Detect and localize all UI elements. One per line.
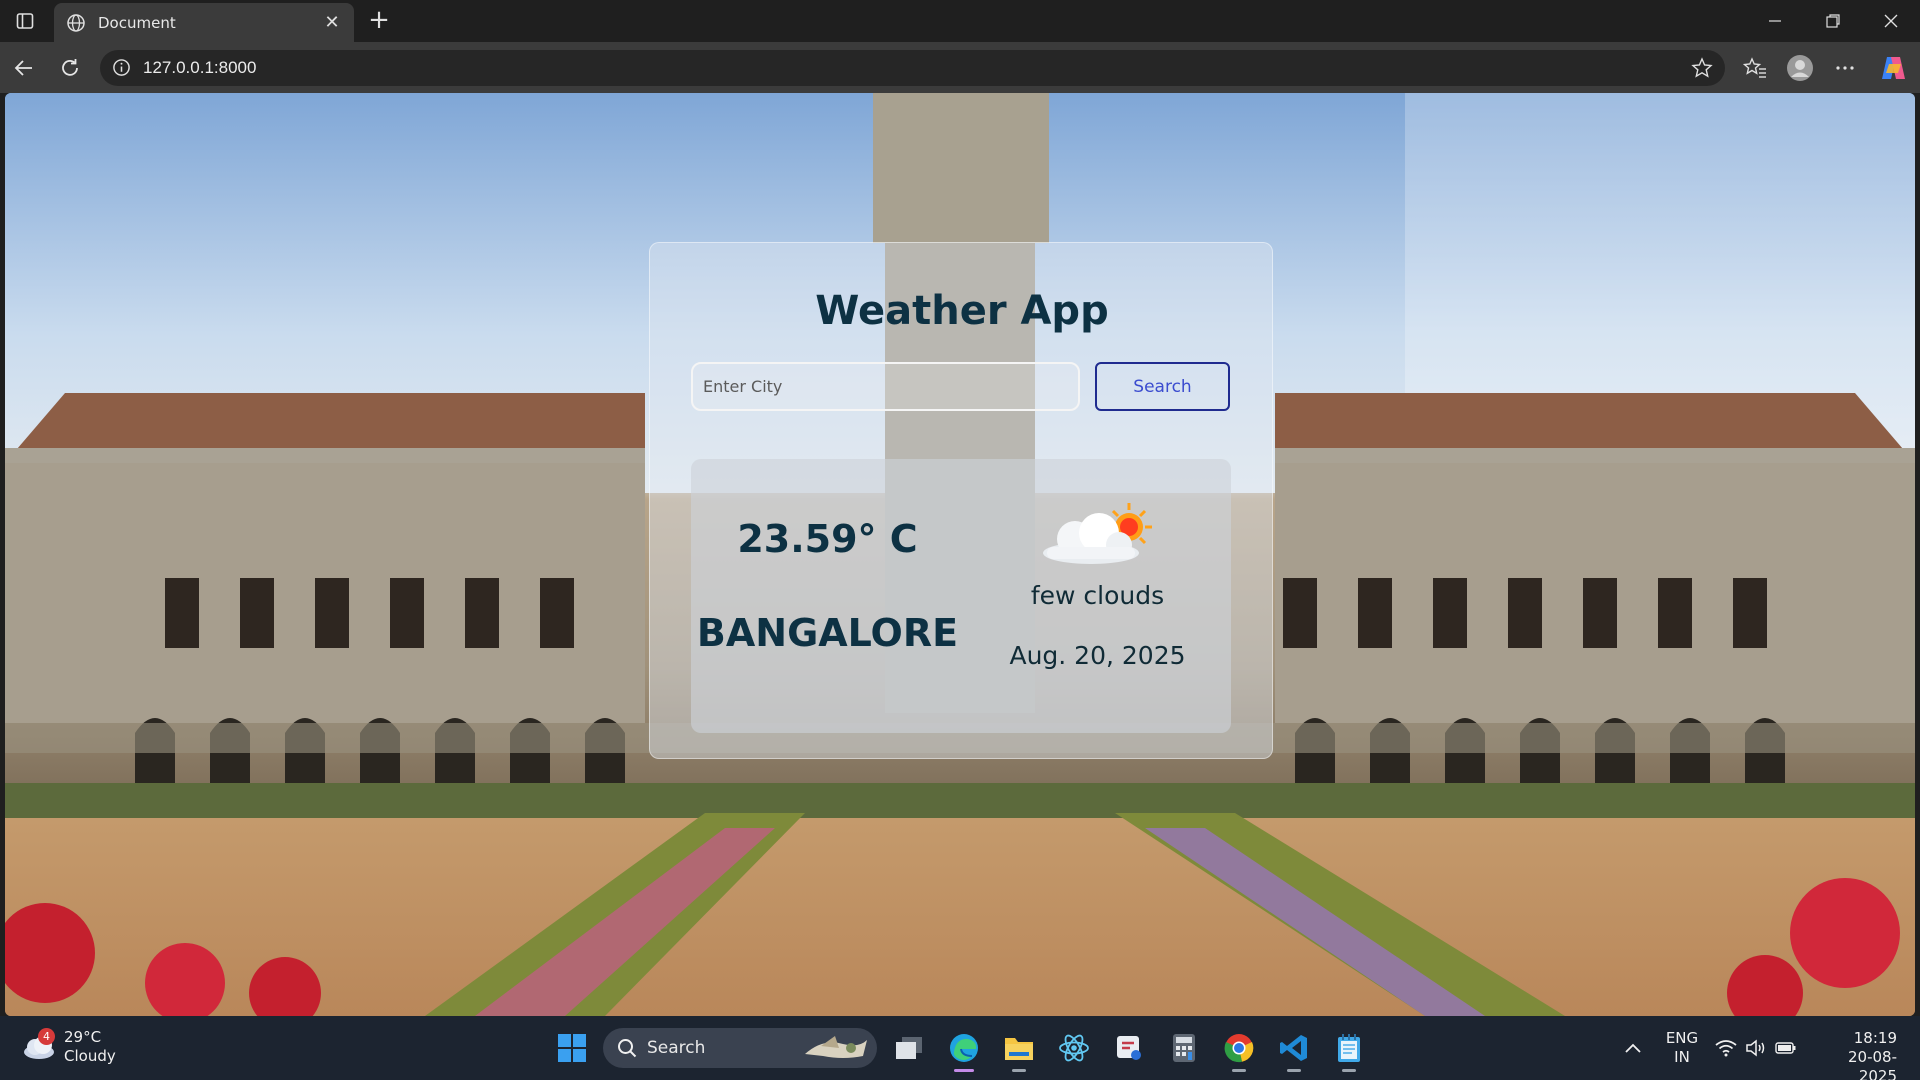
system-tray-status[interactable]	[1708, 1028, 1804, 1068]
arrow-left-icon	[14, 60, 32, 76]
chrome-taskbar-button[interactable]	[1219, 1028, 1259, 1072]
weather-badge: 4	[38, 1028, 55, 1045]
close-icon	[1884, 14, 1898, 28]
weather-description: few clouds	[1030, 581, 1165, 610]
city-name: BANGALORE	[696, 611, 959, 655]
snipping-tool-taskbar-button[interactable]	[1109, 1028, 1149, 1068]
language-code: ENG	[1665, 1029, 1699, 1047]
restore-button[interactable]	[1810, 0, 1856, 42]
favorites-button[interactable]	[1737, 50, 1773, 86]
notepad-icon	[1338, 1034, 1360, 1062]
tab-actions-icon	[16, 13, 34, 29]
taskbar-search-box[interactable]: Search	[603, 1028, 877, 1068]
page-viewport: Weather App Search 23.59° C BANGALORE fe…	[5, 93, 1915, 1016]
vscode-icon	[1280, 1035, 1307, 1061]
city-search-input[interactable]	[691, 362, 1080, 411]
vscode-indicator	[1287, 1069, 1301, 1072]
file-explorer-indicator	[1012, 1069, 1026, 1072]
copilot-button[interactable]	[1875, 50, 1911, 86]
task-view-button[interactable]	[889, 1028, 929, 1068]
favorite-star-icon[interactable]	[1691, 57, 1713, 79]
taskbar-search-label: Search	[647, 1038, 706, 1058]
chrome-indicator	[1232, 1069, 1246, 1072]
react-app-taskbar-button[interactable]	[1054, 1028, 1094, 1068]
site-info-icon[interactable]	[112, 58, 131, 77]
search-icon	[618, 1039, 637, 1058]
address-url[interactable]: 127.0.0.1:8000	[143, 58, 256, 78]
chevron-up-icon	[1625, 1043, 1641, 1053]
taskbar-weather-widget[interactable]: 4 29°C Cloudy	[22, 1028, 116, 1066]
temperature-value: 23.59° C	[737, 517, 918, 561]
edge-active-indicator	[954, 1069, 974, 1072]
browser-tab[interactable]: Document ✕	[54, 3, 354, 42]
copilot-icon	[1882, 57, 1905, 79]
notepad-taskbar-button[interactable]	[1329, 1028, 1369, 1072]
app-title: Weather App	[815, 288, 1109, 334]
snipping-tool-icon	[1117, 1036, 1141, 1060]
windows-logo-icon	[558, 1034, 586, 1062]
search-button[interactable]: Search	[1095, 362, 1230, 411]
browser-toolbar: 127.0.0.1:8000	[0, 42, 1920, 93]
vscode-taskbar-button[interactable]	[1274, 1028, 1314, 1072]
profile-button[interactable]	[1782, 50, 1818, 86]
minimize-icon	[1769, 20, 1781, 22]
back-button[interactable]	[6, 50, 42, 86]
settings-more-button[interactable]	[1827, 50, 1863, 86]
taskbar-clock[interactable]: 18:19 20-08-2025	[1815, 1029, 1897, 1080]
task-view-icon	[896, 1037, 922, 1059]
calculator-icon	[1173, 1034, 1195, 1062]
show-hidden-icons-button[interactable]	[1613, 1028, 1653, 1068]
notepad-indicator	[1342, 1069, 1356, 1072]
clock-date: 20-08-2025	[1848, 1048, 1897, 1080]
language-region: IN	[1674, 1048, 1690, 1066]
weather-result-panel: 23.59° C BANGALORE few clouds Aug. 20, 2…	[691, 459, 1231, 733]
search-highlight-icon	[805, 1036, 867, 1058]
language-indicator[interactable]: ENG IN	[1662, 1029, 1702, 1067]
globe-icon	[67, 13, 85, 32]
taskbar-condition: Cloudy	[64, 1047, 116, 1065]
browser-titlebar: Document ✕ +	[0, 0, 1920, 42]
folder-icon	[1005, 1038, 1033, 1060]
more-dots-icon	[1836, 66, 1854, 70]
clock-time: 18:19	[1853, 1029, 1897, 1047]
address-bar[interactable]: 127.0.0.1:8000	[100, 50, 1725, 86]
tab-actions-button[interactable]	[10, 8, 40, 34]
file-explorer-taskbar-button[interactable]	[999, 1028, 1039, 1072]
taskbar: 4 29°C Cloudy Search ENG IN 18:19 20-08-…	[0, 1016, 1920, 1080]
taskbar-temperature: 29°C	[64, 1028, 102, 1046]
refresh-icon	[62, 59, 78, 76]
start-button[interactable]	[552, 1028, 592, 1068]
calculator-taskbar-button[interactable]	[1164, 1028, 1204, 1068]
edge-browser-taskbar-button[interactable]	[944, 1028, 984, 1072]
cloud-weather-icon: 4	[22, 1028, 56, 1064]
minimize-button[interactable]	[1752, 0, 1798, 42]
react-atom-icon	[1059, 1034, 1089, 1062]
chrome-icon	[1224, 1034, 1254, 1063]
tab-title: Document	[98, 13, 176, 32]
weather-date: Aug. 20, 2025	[1009, 641, 1186, 670]
refresh-button[interactable]	[52, 50, 88, 86]
volume-icon	[1746, 1039, 1765, 1057]
battery-icon	[1775, 1042, 1796, 1054]
favorites-icon	[1743, 57, 1766, 78]
close-tab-icon[interactable]: ✕	[322, 12, 342, 33]
weather-card: Weather App Search 23.59° C BANGALORE fe…	[649, 242, 1273, 759]
wifi-icon	[1715, 1040, 1737, 1057]
edge-icon	[950, 1034, 978, 1062]
restore-icon	[1826, 14, 1840, 28]
new-tab-button[interactable]: +	[364, 6, 394, 36]
avatar-icon	[1787, 55, 1813, 81]
few-clouds-icon	[1043, 503, 1152, 564]
close-window-button[interactable]	[1868, 0, 1914, 42]
